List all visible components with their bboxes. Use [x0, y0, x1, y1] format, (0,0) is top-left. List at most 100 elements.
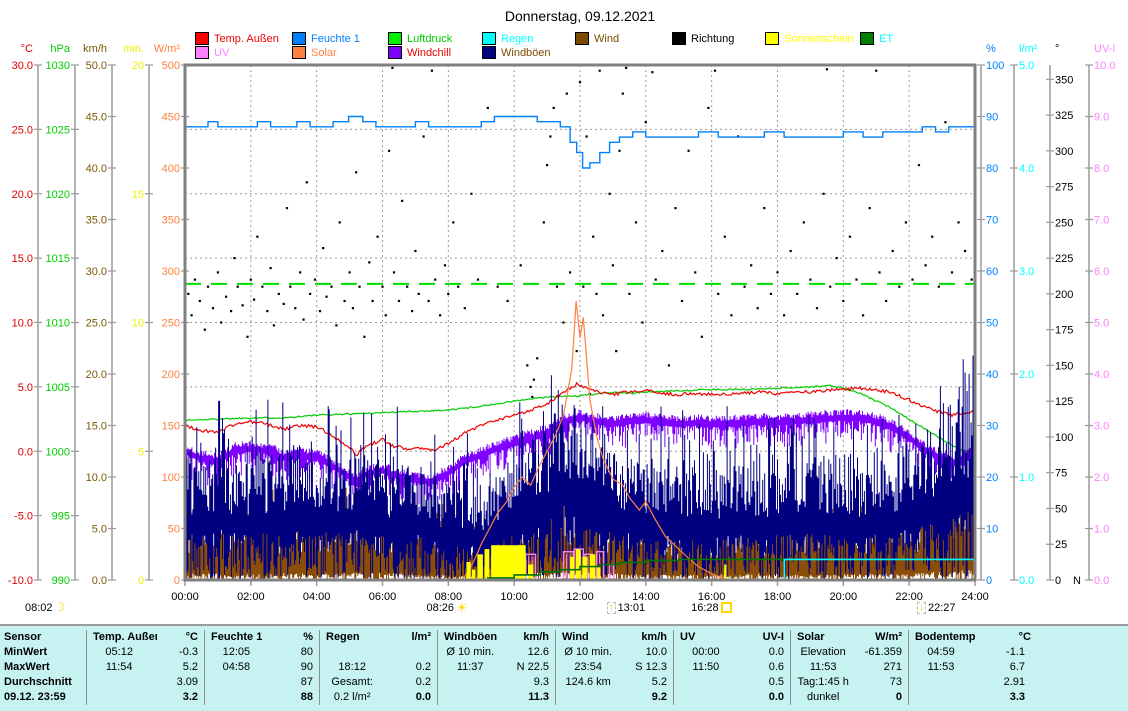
svg-text:2.0: 2.0: [1094, 472, 1109, 484]
cell-time: Ø 10 min.: [438, 645, 502, 660]
cell-time: Temp. Außen: [87, 630, 157, 645]
svg-text:4.0: 4.0: [1094, 369, 1109, 381]
weather-chart: °C30.025.020.015.010.05.00.0-5.0-10.0hPa…: [0, 0, 1128, 624]
cell-value: 0.2: [384, 660, 437, 675]
cell-value: 6.7: [973, 660, 1031, 675]
cell-time: 11:53: [909, 660, 973, 675]
svg-text:5.0: 5.0: [18, 382, 33, 394]
cell-time: 11:50: [674, 660, 738, 675]
svg-text:50: 50: [1055, 503, 1067, 515]
cell-time: 12:05: [205, 645, 268, 660]
svg-text:°: °: [1055, 43, 1059, 55]
cell-value: 88: [268, 690, 319, 705]
svg-text:%: %: [986, 43, 996, 55]
svg-text:175: 175: [1055, 325, 1073, 337]
svg-text:°C: °C: [21, 43, 33, 55]
cell-time: 00:00: [674, 645, 738, 660]
cell-value: 0.5: [738, 675, 790, 690]
cell-time: [87, 675, 151, 690]
cell-value: 0.0: [738, 645, 790, 660]
svg-text:300: 300: [162, 266, 180, 278]
svg-text:1.0: 1.0: [1094, 524, 1109, 536]
svg-text:350: 350: [1055, 74, 1073, 86]
cell-value: 87: [268, 675, 319, 690]
svg-text:0: 0: [1055, 575, 1061, 587]
svg-text:5.0: 5.0: [1019, 60, 1034, 72]
table-row-label: MaxWert: [0, 660, 86, 675]
svg-text:350: 350: [162, 215, 180, 227]
svg-text:0: 0: [174, 575, 180, 587]
table-cell-temp-au-en: Temp. Außen°C: [86, 630, 204, 645]
svg-text:50.0: 50.0: [86, 60, 107, 72]
axis-hPa: hPa1030102510201015101010051000995990: [46, 43, 79, 587]
cell-value: 73: [855, 675, 908, 690]
svg-text:995: 995: [52, 511, 70, 523]
svg-text:0.0: 0.0: [1019, 575, 1034, 587]
table-cell-windb-en: 11:37N 22.5: [437, 660, 555, 675]
svg-text:0.0: 0.0: [1094, 575, 1109, 587]
svg-text:200: 200: [1055, 289, 1073, 301]
svg-text:7.0: 7.0: [1094, 215, 1109, 227]
cell-time: [909, 690, 973, 705]
svg-text:4.0: 4.0: [1019, 163, 1034, 175]
cell-time: 124.6 km: [556, 675, 620, 690]
table-cell-regen: 0.2 l/m²0.0: [319, 690, 437, 705]
axis-kmh: km/h50.045.040.035.030.025.020.015.010.0…: [83, 43, 116, 587]
cell-time: 0.2 l/m²: [320, 690, 384, 705]
svg-text:min.: min.: [123, 43, 144, 55]
sunset-icon: [721, 602, 732, 613]
cell-value: l/m²: [390, 630, 437, 645]
cell-time: [205, 690, 268, 705]
cell-value: 3.09: [151, 675, 204, 690]
table-cell-solar: Tag:1:45 h73: [790, 675, 908, 690]
table-cell-windb-en: Ø 10 min.12.6: [437, 645, 555, 660]
svg-text:20.0: 20.0: [86, 369, 107, 381]
cell-time: 11:53: [791, 660, 855, 675]
svg-text:30: 30: [986, 421, 998, 433]
svg-text:10.0: 10.0: [1094, 60, 1115, 72]
table-cell-regen: [319, 645, 437, 660]
table-cell-regen: 18:120.2: [319, 660, 437, 675]
cell-time: [87, 690, 151, 705]
svg-text:04:00: 04:00: [303, 591, 331, 603]
svg-text:00:00: 00:00: [171, 591, 199, 603]
astro-time: 22:27: [928, 602, 956, 614]
cell-time: [438, 675, 502, 690]
svg-text:20.0: 20.0: [12, 189, 33, 201]
svg-text:18:00: 18:00: [764, 591, 792, 603]
svg-text:10.0: 10.0: [86, 472, 107, 484]
table-cell-solar: dunkel0: [790, 690, 908, 705]
summary-table: SensorTemp. Außen°CFeuchte 1%Regenl/m²Wi…: [0, 624, 1128, 711]
svg-text:400: 400: [162, 163, 180, 175]
table-cell-feuchte-1: 04:5890: [204, 660, 319, 675]
cell-time: 18:12: [320, 660, 384, 675]
cell-value: UV-I: [744, 630, 790, 645]
cell-value: 271: [855, 660, 908, 675]
svg-text:450: 450: [162, 112, 180, 124]
svg-text:30.0: 30.0: [12, 60, 33, 72]
table-cell-feuchte-1: 12:0580: [204, 645, 319, 660]
svg-text:-5.0: -5.0: [14, 511, 33, 523]
table-cell-windb-en: Windböenkm/h: [437, 630, 555, 645]
svg-text:1.0: 1.0: [1019, 472, 1034, 484]
svg-text:225: 225: [1055, 253, 1073, 265]
svg-text:300: 300: [1055, 146, 1073, 158]
cell-value: 3.2: [151, 690, 204, 705]
cell-time: Wind: [556, 630, 626, 645]
svg-text:5: 5: [138, 446, 144, 458]
svg-text:24:00: 24:00: [961, 591, 989, 603]
cell-time: 04:58: [205, 660, 268, 675]
table-cell-temp-au-en: 3.09: [86, 675, 204, 690]
astro-marker-bottom-left: 08:02☽: [25, 601, 65, 614]
table-cell-wind: Ø 10 min.10.0: [555, 645, 673, 660]
table-cell-bodentemp-5: 11:536.7: [908, 660, 1128, 675]
svg-text:20: 20: [132, 60, 144, 72]
cell-value: 3.3: [973, 690, 1031, 705]
cell-value: 0.6: [738, 660, 790, 675]
svg-text:02:00: 02:00: [237, 591, 265, 603]
table-cell-regen: Regenl/m²: [319, 630, 437, 645]
cell-value: 12.6: [502, 645, 555, 660]
table-cell-regen: Gesamt:0.2: [319, 675, 437, 690]
cell-time: [556, 690, 620, 705]
table-cell-solar: 11:53271: [790, 660, 908, 675]
